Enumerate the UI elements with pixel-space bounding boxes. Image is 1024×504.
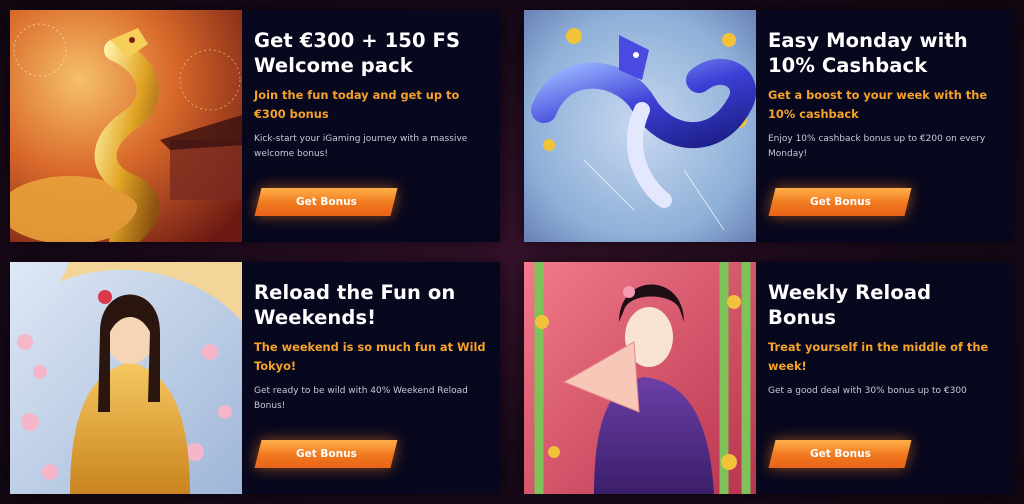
get-bonus-button-label: Get Bonus	[809, 196, 871, 208]
promo-description: Enjoy 10% cashback bonus up to €200 on e…	[768, 134, 986, 159]
get-bonus-button-label: Get Bonus	[295, 448, 357, 460]
golden-dragon-image	[10, 10, 242, 242]
promo-card-weekly-reload: Weekly Reload Bonus Treat yourself in th…	[524, 262, 1014, 494]
promo-description: Kick-start your iGaming journey with a m…	[254, 134, 468, 159]
get-bonus-button[interactable]: Get Bonus	[768, 440, 912, 468]
get-bonus-button[interactable]: Get Bonus	[254, 188, 398, 216]
promo-title: Weekly Reload Bonus	[768, 281, 932, 329]
promo-subtitle: Get a boost to your week with the 10% ca…	[768, 88, 988, 121]
blue-dragon-image	[524, 10, 756, 242]
promo-description: Get ready to be wild with 40% Weekend Re…	[254, 386, 468, 411]
get-bonus-button[interactable]: Get Bonus	[768, 188, 912, 216]
promo-description: Get a good deal with 30% bonus up to €30…	[768, 386, 967, 396]
promo-title: Reload the Fun on Weekends!	[254, 281, 456, 329]
promo-subtitle: Join the fun today and get up to €300 bo…	[254, 88, 460, 121]
get-bonus-button-label: Get Bonus	[809, 448, 871, 460]
promo-subtitle: Treat yourself in the middle of the week…	[768, 340, 989, 373]
umbrella-woman-image	[10, 262, 242, 494]
promo-title: Get €300 + 150 FS Welcome pack	[254, 29, 461, 77]
geisha-fan-image	[524, 262, 756, 494]
get-bonus-button[interactable]: Get Bonus	[254, 440, 398, 468]
promo-card-weekend-reload: Reload the Fun on Weekends! The weekend …	[10, 262, 500, 494]
promo-card-welcome: Get €300 + 150 FS Welcome pack Join the …	[10, 10, 500, 242]
promo-subtitle: The weekend is so much fun at Wild Tokyo…	[254, 340, 486, 373]
promo-title: Easy Monday with 10% Cashback	[768, 29, 968, 77]
get-bonus-button-label: Get Bonus	[295, 196, 357, 208]
promotions-page: Get €300 + 150 FS Welcome pack Join the …	[0, 0, 1024, 504]
promo-card-monday-cashback: Easy Monday with 10% Cashback Get a boos…	[524, 10, 1014, 242]
